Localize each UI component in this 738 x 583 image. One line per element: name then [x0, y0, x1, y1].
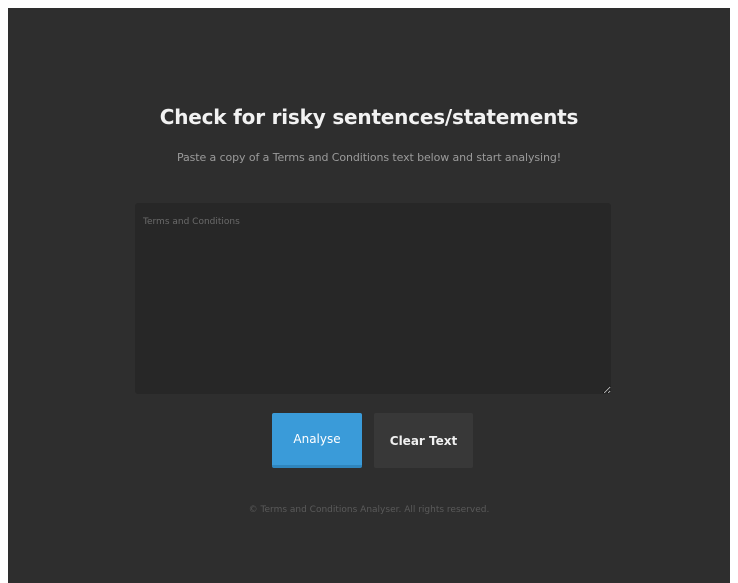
app-window: Check for risky sentences/statements Pas…	[8, 8, 730, 583]
terms-textarea[interactable]	[135, 203, 611, 394]
page-title: Check for risky sentences/statements	[159, 105, 579, 129]
analyse-button[interactable]: Analyse	[272, 413, 362, 468]
clear-text-button[interactable]: Clear Text	[374, 413, 473, 468]
footer-copyright: © Terms and Conditions Analyser. All rig…	[248, 505, 490, 515]
page-subtitle: Paste a copy of a Terms and Conditions t…	[176, 151, 562, 164]
